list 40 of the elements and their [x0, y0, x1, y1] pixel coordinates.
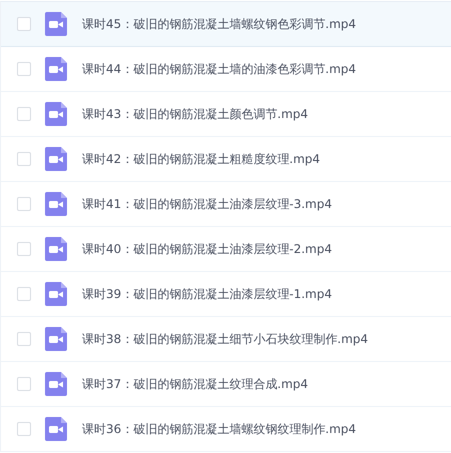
video-file-icon — [45, 102, 67, 126]
file-row[interactable]: 课时37：破旧的钢筋混凝土纹理合成.mp4 — [1, 362, 451, 407]
checkbox[interactable] — [17, 332, 31, 346]
file-row[interactable]: 课时41：破旧的钢筋混凝土油漆层纹理-3.mp4 — [1, 182, 451, 227]
file-name[interactable]: 课时45：破旧的钢筋混凝土墙螺纹钢色彩调节.mp4 — [82, 16, 356, 32]
checkbox[interactable] — [17, 107, 31, 121]
video-file-icon — [45, 327, 67, 351]
checkbox[interactable] — [17, 152, 31, 166]
file-row[interactable]: 课时36：破旧的钢筋混凝土墙螺纹钢纹理制作.mp4 — [1, 407, 451, 452]
file-row[interactable]: 课时39：破旧的钢筋混凝土油漆层纹理-1.mp4 — [1, 272, 451, 317]
checkbox[interactable] — [17, 197, 31, 211]
file-row[interactable]: 课时40：破旧的钢筋混凝土油漆层纹理-2.mp4 — [1, 227, 451, 272]
file-name[interactable]: 课时38：破旧的钢筋混凝土细节小石块纹理制作.mp4 — [82, 330, 368, 348]
file-name[interactable]: 课时44：破旧的钢筋混凝土墙的油漆色彩调节.mp4 — [82, 60, 356, 78]
file-row[interactable]: 课时44：破旧的钢筋混凝土墙的油漆色彩调节.mp4 — [1, 47, 451, 92]
file-name[interactable]: 课时41：破旧的钢筋混凝土油漆层纹理-3.mp4 — [82, 196, 332, 212]
file-name[interactable]: 课时37：破旧的钢筋混凝土纹理合成.mp4 — [82, 376, 308, 392]
file-row[interactable]: 课时42：破旧的钢筋混凝土粗糙度纹理.mp4 — [1, 137, 451, 182]
file-row[interactable]: 课时45：破旧的钢筋混凝土墙螺纹钢色彩调节.mp4 — [1, 2, 451, 47]
file-name[interactable]: 课时36：破旧的钢筋混凝土墙螺纹钢纹理制作.mp4 — [82, 420, 356, 438]
video-file-icon — [45, 417, 67, 441]
file-row[interactable]: 课时38：破旧的钢筋混凝土细节小石块纹理制作.mp4 — [1, 317, 451, 362]
checkbox[interactable] — [17, 422, 31, 436]
checkbox[interactable] — [17, 242, 31, 256]
video-file-icon — [45, 12, 67, 36]
video-file-icon — [45, 237, 67, 261]
file-name[interactable]: 课时42：破旧的钢筋混凝土粗糙度纹理.mp4 — [82, 150, 320, 168]
checkbox[interactable] — [17, 377, 31, 391]
checkbox[interactable] — [17, 62, 31, 76]
checkbox[interactable] — [17, 17, 31, 31]
video-file-icon — [45, 147, 67, 171]
video-file-icon — [45, 192, 67, 216]
file-name[interactable]: 课时40：破旧的钢筋混凝土油漆层纹理-2.mp4 — [82, 240, 332, 258]
video-file-icon — [45, 372, 67, 396]
video-file-icon — [45, 57, 67, 81]
file-row[interactable]: 课时43：破旧的钢筋混凝土颜色调节.mp4 — [1, 92, 451, 137]
file-name[interactable]: 课时39：破旧的钢筋混凝土油漆层纹理-1.mp4 — [82, 286, 332, 302]
video-file-icon — [45, 282, 67, 306]
checkbox[interactable] — [17, 287, 31, 301]
file-name[interactable]: 课时43：破旧的钢筋混凝土颜色调节.mp4 — [82, 106, 308, 122]
